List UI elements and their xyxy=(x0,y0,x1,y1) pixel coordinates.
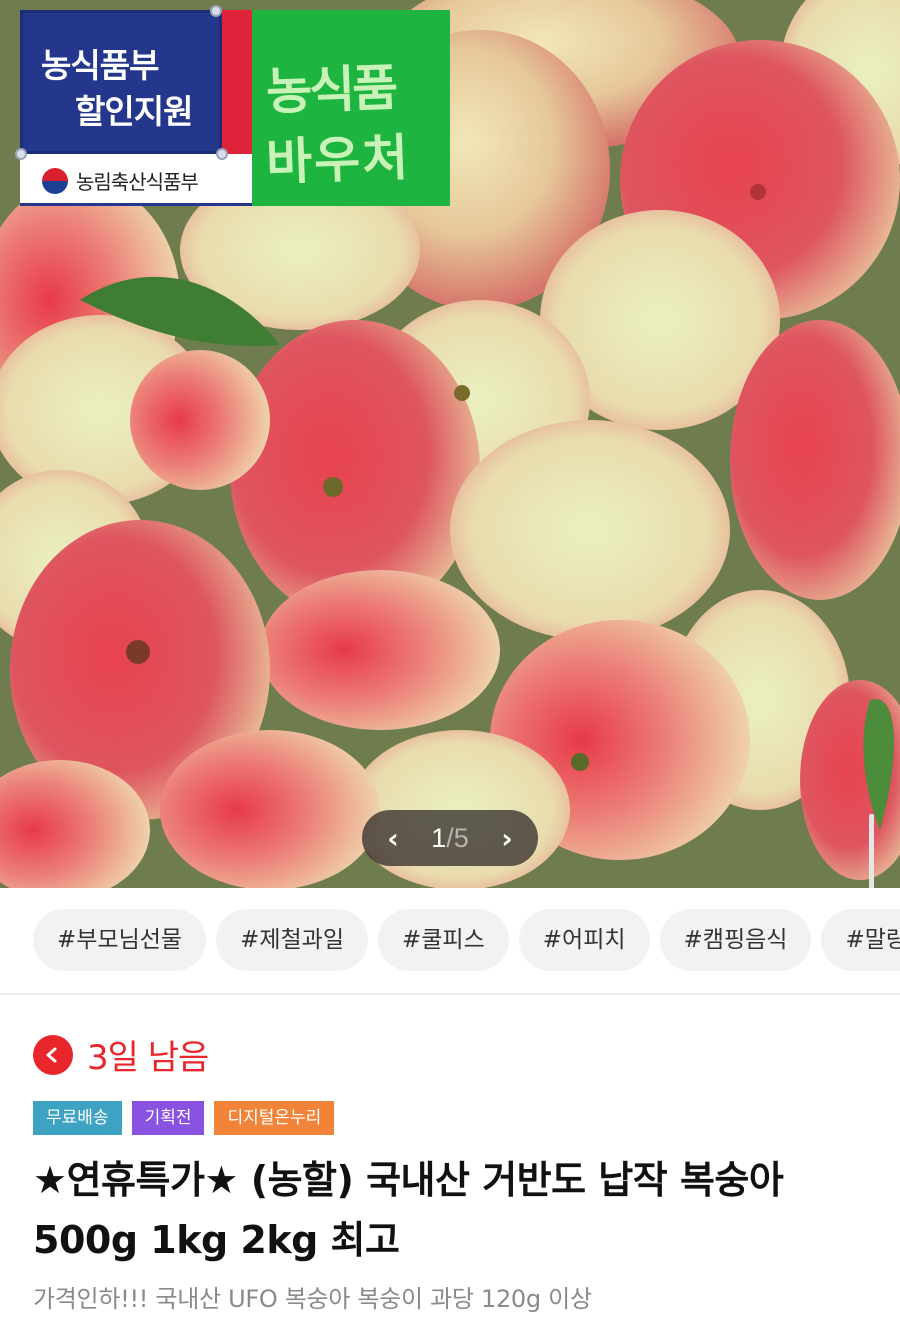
badge-line1: 농식품부 xyxy=(41,46,159,85)
badge-line2: 할인지원 xyxy=(75,92,193,131)
section-divider xyxy=(0,993,900,995)
hashtag-chip[interactable]: #캠핑음식 xyxy=(659,909,812,971)
badge-special-event: 기획전 xyxy=(131,1101,205,1135)
product-image-carousel[interactable]: 농식품부 할인지원 농림축산식품부 농식품 바우처 ‹ 1/5 › xyxy=(0,0,900,888)
pin-icon xyxy=(216,148,228,160)
pin-icon xyxy=(210,5,222,17)
current-page: 1 xyxy=(431,822,447,853)
page-separator: / xyxy=(446,822,454,853)
taegeuk-logo-icon xyxy=(42,168,68,194)
chevron-right-icon[interactable]: › xyxy=(494,822,520,855)
hashtag-chip[interactable]: #어피치 xyxy=(518,909,650,971)
pin-icon xyxy=(15,148,27,160)
voucher-badge: 농식품 바우처 xyxy=(252,10,450,206)
scrollbar[interactable] xyxy=(869,814,874,888)
image-pager: ‹ 1/5 › xyxy=(362,810,538,866)
badge-free-shipping: 무료배송 xyxy=(33,1101,122,1135)
discount-support-badge: 농식품부 할인지원 농림축산식품부 xyxy=(15,5,252,206)
product-subtitle: 가격인하!!! 국내산 UFO 복숭아 복숭이 과당 120g 이상 xyxy=(33,1285,592,1313)
badge-digital-onnuri: 디지털온누리 xyxy=(214,1101,335,1135)
hashtag-chip[interactable]: #쿨피스 xyxy=(378,909,509,971)
page-counter: 1/5 xyxy=(431,823,469,854)
ministry-name: 농림축산식품부 xyxy=(76,170,199,194)
hashtag-list[interactable]: #부모님선물 #제철과일 #쿨피스 #어피치 #캠핑음식 #말랑 xyxy=(0,888,900,993)
voucher-line1: 농식품 xyxy=(265,58,397,122)
hashtag-chip[interactable]: #부모님선물 xyxy=(33,909,207,971)
time-remaining-text: 3일 남음 xyxy=(87,1038,209,1078)
clock-icon xyxy=(33,1034,73,1075)
product-badges: 무료배송 기획전 디지털온누리 xyxy=(33,1101,344,1135)
badge-red-strip xyxy=(222,10,252,154)
product-title: ★연휴특가★ (농할) 국내산 거반도 납작 복숭아 500g 1kg 2kg … xyxy=(33,1158,784,1262)
time-remaining: 3일 남음 xyxy=(33,1030,209,1079)
badge-main: 농식품부 할인지원 xyxy=(20,10,222,154)
badge-ministry-bar: 농림축산식품부 xyxy=(20,154,252,206)
voucher-line2: 바우처 xyxy=(265,128,412,192)
hashtag-chip[interactable]: #제철과일 xyxy=(216,909,368,971)
hashtag-chip[interactable]: #말랑 xyxy=(821,909,900,971)
total-pages: 5 xyxy=(453,822,469,853)
chevron-left-icon[interactable]: ‹ xyxy=(380,822,406,855)
